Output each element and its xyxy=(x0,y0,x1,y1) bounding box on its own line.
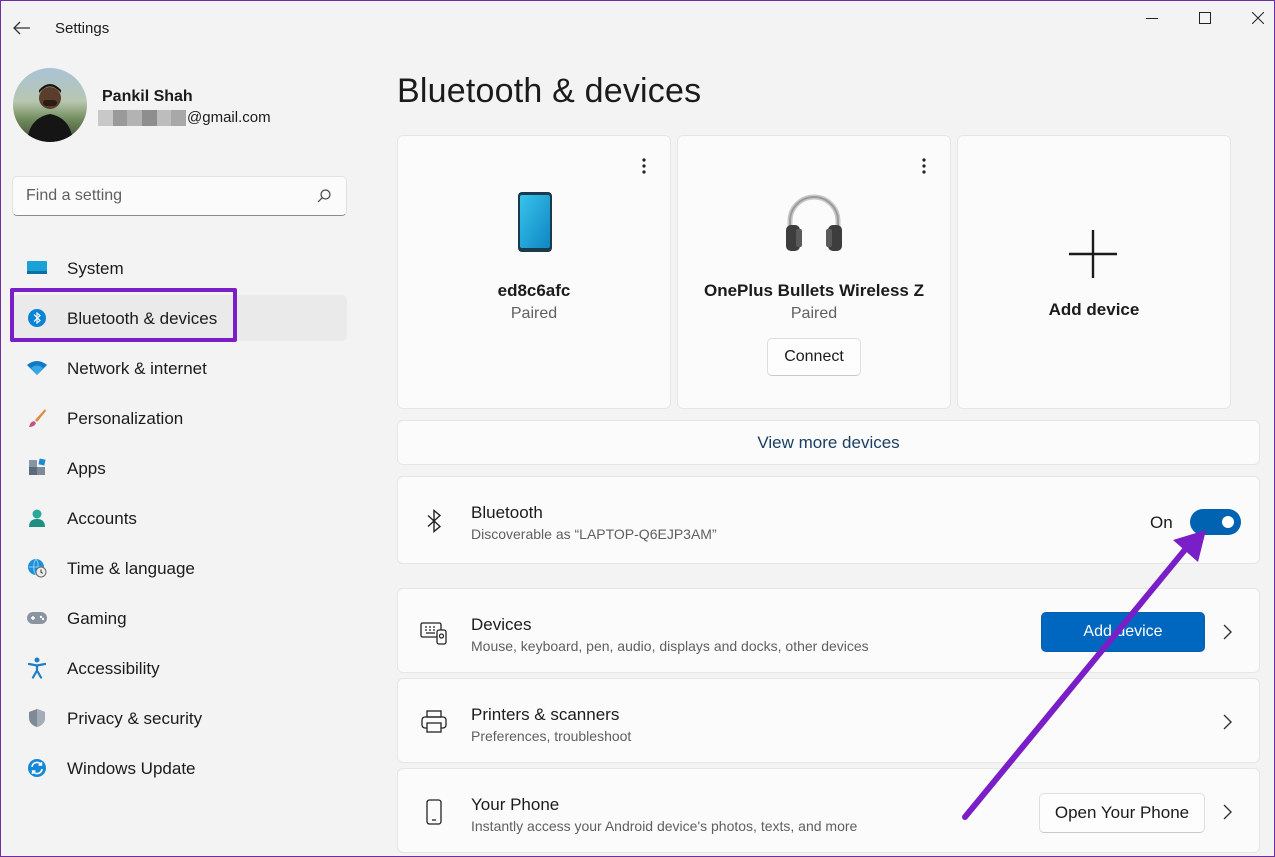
sidebar-item-label: Apps xyxy=(67,459,106,478)
printers-title: Printers & scanners xyxy=(471,705,620,724)
minimize-icon xyxy=(1146,18,1158,19)
sidebar-item-label: Time & language xyxy=(67,559,195,578)
bluetooth-title: Bluetooth xyxy=(471,503,543,522)
toggle-knob xyxy=(1222,516,1234,528)
title-bar: Settings xyxy=(0,0,1275,56)
printer-icon xyxy=(420,708,448,736)
more-options-button[interactable] xyxy=(916,156,932,176)
page-title: Bluetooth & devices xyxy=(397,72,702,110)
chevron-right-icon[interactable] xyxy=(1221,804,1233,820)
sidebar-item-label: Gaming xyxy=(67,609,127,628)
device-card[interactable]: ed8c6afc Paired xyxy=(397,135,671,409)
sidebar-item-accessibility[interactable]: Accessibility xyxy=(12,645,347,691)
devices-icon xyxy=(420,619,448,647)
sidebar-item-label: Windows Update xyxy=(67,759,196,778)
phone-outline-icon xyxy=(420,798,448,826)
avatar[interactable] xyxy=(13,68,87,142)
devices-subtitle: Mouse, keyboard, pen, audio, displays an… xyxy=(471,638,869,654)
more-vertical-icon xyxy=(922,158,926,174)
sidebar-item-apps[interactable]: Apps xyxy=(12,445,347,491)
device-card[interactable]: OnePlus Bullets Wireless Z Paired Connec… xyxy=(677,135,951,409)
device-name: OnePlus Bullets Wireless Z xyxy=(704,281,924,300)
sidebar-item-accounts[interactable]: Accounts xyxy=(12,495,347,541)
printers-scanners-row[interactable]: Printers & scanners Preferences, trouble… xyxy=(397,678,1260,763)
person-icon xyxy=(26,508,48,528)
sidebar-item-privacy-security[interactable]: Privacy & security xyxy=(12,695,347,741)
sidebar-item-personalization[interactable]: Personalization xyxy=(12,395,347,441)
update-icon xyxy=(26,758,48,778)
view-more-devices-button[interactable]: View more devices xyxy=(397,420,1260,465)
annotation-highlight-box xyxy=(10,288,237,342)
sidebar-item-gaming[interactable]: Gaming xyxy=(12,595,347,641)
profile-email: @gmail.com xyxy=(187,109,271,126)
chevron-right-icon[interactable] xyxy=(1221,624,1233,640)
close-button[interactable] xyxy=(1236,4,1275,32)
devices-title: Devices xyxy=(471,615,532,634)
apps-icon xyxy=(26,458,48,478)
your-phone-title: Your Phone xyxy=(471,795,560,814)
app-title: Settings xyxy=(55,20,110,37)
profile-photo xyxy=(27,84,73,142)
maximize-icon xyxy=(1199,12,1211,24)
back-button[interactable] xyxy=(8,14,36,42)
sidebar-item-label: Personalization xyxy=(67,409,184,428)
devices-row[interactable]: Devices Mouse, keyboard, pen, audio, dis… xyxy=(397,588,1260,673)
printers-subtitle: Preferences, troubleshoot xyxy=(471,728,632,744)
your-phone-row[interactable]: Your Phone Instantly access your Android… xyxy=(397,768,1260,853)
search-box[interactable] xyxy=(12,176,347,216)
open-your-phone-button[interactable]: Open Your Phone xyxy=(1039,793,1205,833)
device-status: Paired xyxy=(790,305,838,322)
accessibility-icon xyxy=(26,657,48,679)
sidebar-item-system[interactable]: System xyxy=(12,245,347,291)
wifi-icon xyxy=(26,358,48,378)
phone-icon xyxy=(518,192,552,252)
add-device-button[interactable]: Add device xyxy=(1041,612,1205,652)
add-device-card[interactable]: Add device xyxy=(957,135,1231,409)
minimize-button[interactable] xyxy=(1130,4,1174,32)
bluetooth-toggle[interactable] xyxy=(1190,509,1241,535)
email-redaction xyxy=(98,110,187,126)
monitor-icon xyxy=(26,258,48,278)
search-icon[interactable] xyxy=(316,188,332,204)
more-options-button[interactable] xyxy=(636,156,652,176)
view-more-devices-label: View more devices xyxy=(757,432,900,452)
gamepad-icon xyxy=(26,608,48,628)
plus-icon xyxy=(1069,230,1117,278)
chevron-right-icon[interactable] xyxy=(1221,714,1233,730)
device-name: ed8c6afc xyxy=(497,281,571,300)
back-arrow-icon xyxy=(13,21,30,35)
connect-button[interactable]: Connect xyxy=(767,338,861,376)
sidebar-item-label: Privacy & security xyxy=(67,709,203,728)
your-phone-subtitle: Instantly access your Android device's p… xyxy=(471,818,858,834)
sidebar-item-label: Network & internet xyxy=(67,359,207,378)
sidebar-item-network-internet[interactable]: Network & internet xyxy=(12,345,347,391)
close-icon xyxy=(1252,12,1264,24)
more-vertical-icon xyxy=(642,158,646,174)
maximize-button[interactable] xyxy=(1183,4,1227,32)
add-device-label: Add device xyxy=(1048,300,1140,319)
bluetooth-toggle-label: On xyxy=(1150,513,1173,532)
brush-icon xyxy=(26,408,48,428)
globe-clock-icon xyxy=(26,558,48,578)
shield-icon xyxy=(26,708,48,728)
bluetooth-outline-icon xyxy=(420,507,448,535)
sidebar-item-label: System xyxy=(67,259,124,278)
sidebar-item-time-language[interactable]: Time & language xyxy=(12,545,347,591)
bluetooth-subtitle: Discoverable as “LAPTOP-Q6EJP3AM” xyxy=(471,526,717,542)
sidebar-item-windows-update[interactable]: Windows Update xyxy=(12,745,347,791)
headphones-icon xyxy=(786,194,842,251)
sidebar-item-label: Accounts xyxy=(67,509,137,528)
search-input[interactable] xyxy=(26,187,306,205)
sidebar-item-label: Accessibility xyxy=(67,659,160,678)
device-status: Paired xyxy=(510,305,558,322)
bluetooth-toggle-row: Bluetooth Discoverable as “LAPTOP-Q6EJP3… xyxy=(397,476,1260,564)
profile-name: Pankil Shah xyxy=(102,88,193,105)
